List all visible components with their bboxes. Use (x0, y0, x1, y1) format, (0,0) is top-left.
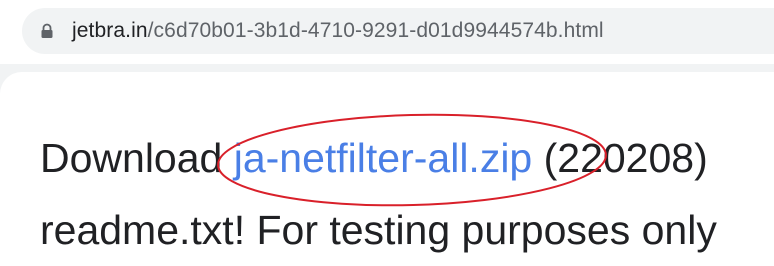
readme-line: readme.txt! For testing purposes only (40, 207, 717, 253)
download-prefix: Download (40, 135, 234, 181)
url-text[interactable]: jetbra.in/c6d70b01-3b1d-4710-9291-d01d99… (72, 19, 604, 43)
page-content: Download ja-netfilter-all.zip (220208) r… (0, 72, 774, 266)
version-text: (220208) (532, 135, 708, 181)
address-bar[interactable]: jetbra.in/c6d70b01-3b1d-4710-9291-d01d99… (22, 8, 774, 54)
url-path: /c6d70b01-3b1d-4710-9291-d01d9944574b.ht… (147, 19, 604, 42)
browser-toolbar: jetbra.in/c6d70b01-3b1d-4710-9291-d01d99… (0, 0, 774, 64)
download-link[interactable]: ja-netfilter-all.zip (234, 135, 533, 181)
url-host: jetbra.in (72, 19, 148, 42)
download-line: Download ja-netfilter-all.zip (220208) (40, 138, 708, 179)
lock-icon[interactable] (40, 23, 54, 39)
